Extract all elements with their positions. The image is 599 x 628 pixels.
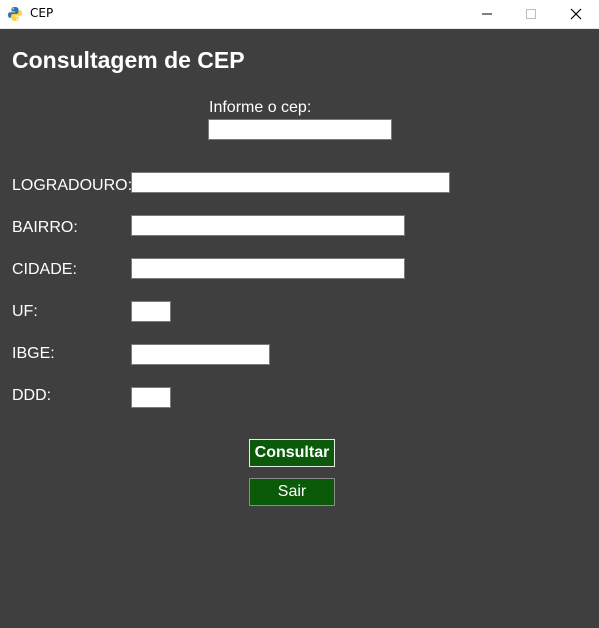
cep-label: Informe o cep: (209, 99, 312, 116)
cep-input[interactable] (208, 119, 392, 140)
uf-label: UF: (12, 303, 38, 320)
minimize-icon (482, 13, 492, 15)
bairro-label: BAIRRO: (12, 219, 78, 236)
close-button[interactable] (553, 0, 599, 28)
ddd-input[interactable] (131, 387, 171, 408)
python-icon (7, 6, 23, 22)
logradouro-label: LOGRADOURO: (12, 177, 133, 194)
bairro-input[interactable] (131, 215, 405, 236)
logradouro-input[interactable] (131, 172, 450, 193)
close-icon (570, 8, 582, 20)
ibge-label: IBGE: (12, 345, 55, 362)
window-title: CEP (30, 6, 54, 20)
cidade-label: CIDADE: (12, 261, 77, 278)
consultar-button[interactable]: Consultar (249, 439, 335, 467)
uf-input[interactable] (131, 301, 171, 322)
ibge-input[interactable] (131, 344, 270, 365)
sair-button[interactable]: Sair (249, 478, 335, 506)
maximize-button[interactable] (508, 0, 554, 28)
maximize-icon (526, 9, 536, 19)
cidade-input[interactable] (131, 258, 405, 279)
ddd-label: DDD: (12, 387, 52, 404)
minimize-button[interactable] (464, 0, 510, 28)
page-title: Consultagem de CEP (12, 47, 245, 73)
title-bar[interactable]: CEP (0, 0, 599, 29)
